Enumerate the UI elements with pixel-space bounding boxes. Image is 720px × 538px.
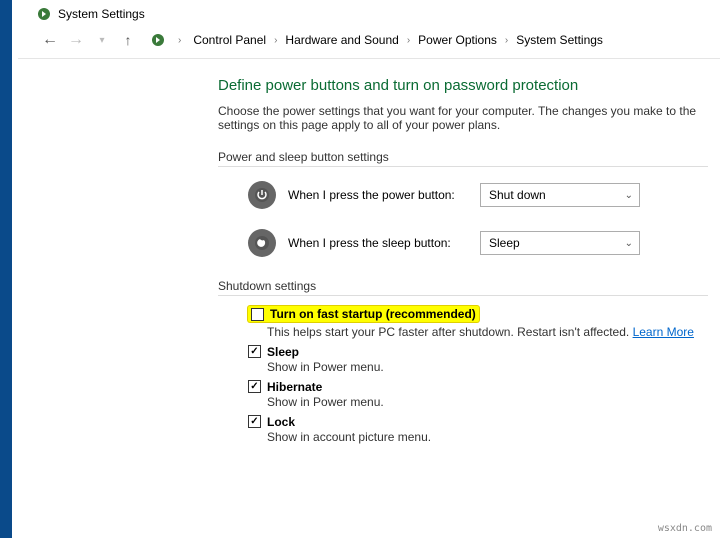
sleep-button-label: When I press the sleep button: <box>288 236 468 250</box>
lock-checkbox[interactable] <box>248 415 261 428</box>
fast-startup-checkbox[interactable] <box>251 308 264 321</box>
window-title: System Settings <box>58 7 145 21</box>
back-button[interactable]: ← <box>40 30 60 50</box>
breadcrumb-item[interactable]: Power Options <box>416 33 499 47</box>
fast-startup-label: Turn on fast startup (recommended) <box>270 307 476 321</box>
power-button-action-select[interactable]: Shut down ⌄ <box>480 183 640 207</box>
learn-more-link[interactable]: Learn More <box>633 325 694 339</box>
shutdown-section-title: Shutdown settings <box>218 279 708 296</box>
page-description: Choose the power settings that you want … <box>218 104 720 132</box>
chevron-right-icon[interactable]: › <box>270 35 281 46</box>
fast-startup-desc: This helps start your PC faster after sh… <box>248 325 720 339</box>
recent-dropdown-icon[interactable]: ▾ <box>92 30 112 50</box>
navbar: ← → ▾ ↑ › Control Panel › Hardware and S… <box>18 26 720 59</box>
power-sleep-section-title: Power and sleep button settings <box>218 150 708 167</box>
sleep-button-action-select[interactable]: Sleep ⌄ <box>480 231 640 255</box>
breadcrumb-item[interactable]: Control Panel <box>191 33 268 47</box>
hibernate-option-label: Hibernate <box>267 380 322 394</box>
dropdown-value: Sleep <box>489 236 520 250</box>
breadcrumb-item[interactable]: System Settings <box>514 33 605 47</box>
hibernate-option-desc: Show in Power menu. <box>248 395 720 409</box>
sleep-checkbox[interactable] <box>248 345 261 358</box>
chevron-right-icon[interactable]: › <box>501 35 512 46</box>
titlebar: System Settings <box>18 0 720 26</box>
breadcrumb-icon <box>150 32 166 48</box>
hibernate-checkbox[interactable] <box>248 380 261 393</box>
lock-option-label: Lock <box>267 415 295 429</box>
chevron-down-icon: ⌄ <box>625 238 633 249</box>
breadcrumb: Control Panel › Hardware and Sound › Pow… <box>191 33 605 47</box>
lock-option-desc: Show in account picture menu. <box>248 430 720 444</box>
sleep-icon <box>248 229 276 257</box>
watermark: wsxdn.com <box>658 523 712 534</box>
power-icon <box>248 181 276 209</box>
forward-button: → <box>66 30 86 50</box>
power-options-icon <box>36 6 52 22</box>
sleep-option-desc: Show in Power menu. <box>248 360 720 374</box>
dropdown-value: Shut down <box>489 188 546 202</box>
page-title: Define power buttons and turn on passwor… <box>218 77 720 94</box>
chevron-down-icon: ⌄ <box>625 190 633 201</box>
breadcrumb-item[interactable]: Hardware and Sound <box>283 33 400 47</box>
chevron-right-icon[interactable]: › <box>403 35 414 46</box>
power-button-label: When I press the power button: <box>288 188 468 202</box>
up-button[interactable]: ↑ <box>118 30 138 50</box>
sleep-option-label: Sleep <box>267 345 299 359</box>
chevron-right-icon[interactable]: › <box>174 35 185 46</box>
